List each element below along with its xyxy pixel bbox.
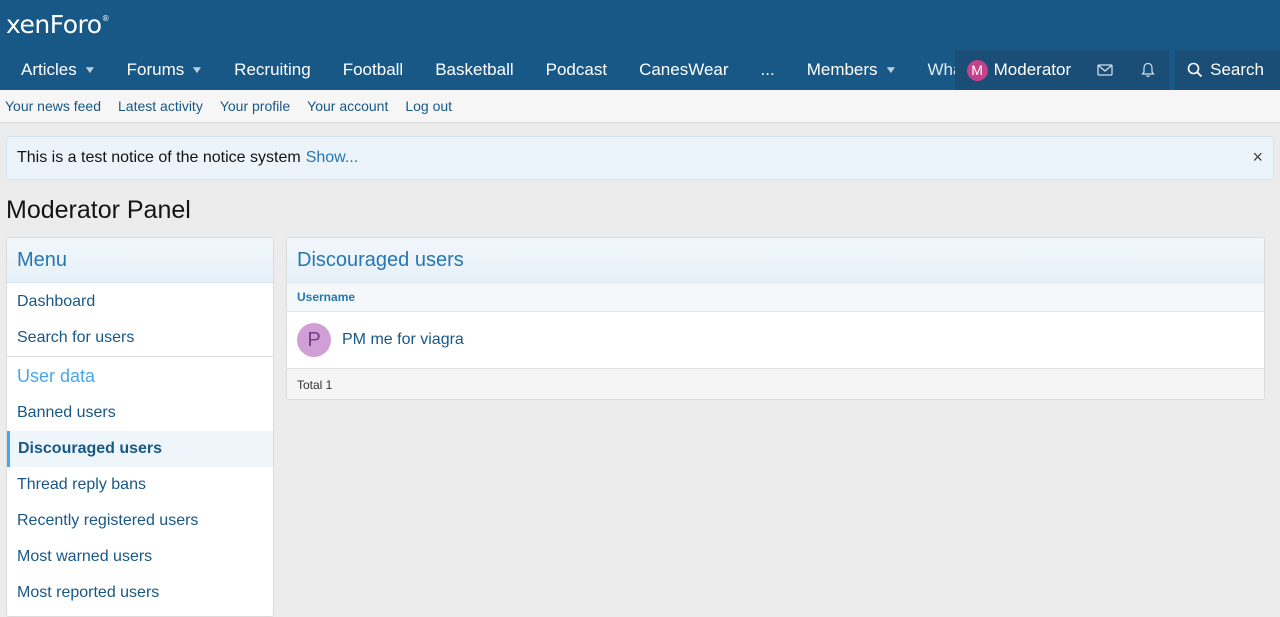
nav-tab-label: Members — [806, 60, 878, 79]
sidebar-title: Menu — [7, 238, 273, 283]
subnav-your-profile[interactable]: Your profile — [220, 98, 290, 114]
sidebar-item-search-users[interactable]: Search for users — [7, 320, 273, 356]
nav-tab-basketball[interactable]: Basketball — [419, 50, 529, 90]
username-label: Moderator — [993, 60, 1072, 79]
avatar-initial: P — [307, 328, 321, 351]
site-header: xenForo® — [0, 0, 1280, 50]
nav-tab-label: ... — [760, 60, 775, 79]
notice-text: This is a test notice of the notice syst… — [17, 149, 301, 166]
sidebar-item-recently-registered[interactable]: Recently registered users — [7, 503, 273, 539]
close-icon[interactable]: × — [1252, 147, 1263, 168]
nav-right: M Moderator Search — [954, 50, 1280, 90]
nav-tab-members[interactable]: Members ▼ — [791, 50, 912, 90]
sidebar-item-most-warned[interactable]: Most warned users — [7, 539, 273, 575]
search-icon — [1187, 62, 1203, 78]
account-menu[interactable]: M Moderator — [955, 50, 1083, 90]
discouraged-users-block: Discouraged users Username P PM me for v… — [286, 237, 1265, 400]
logo-text: xenForo — [6, 10, 102, 39]
sub-nav: Your news feed Latest activity Your prof… — [0, 90, 1280, 123]
nav-tab-label: Basketball — [435, 60, 514, 79]
sidebar-item-dashboard[interactable]: Dashboard — [7, 284, 273, 320]
search-label: Search — [1210, 60, 1264, 79]
page-title: Moderator Panel — [6, 196, 191, 224]
nav-tab-podcast[interactable]: Podcast — [530, 50, 623, 90]
notice-banner: This is a test notice of the notice syst… — [6, 136, 1274, 180]
sidebar-item-banned-users[interactable]: Banned users — [7, 395, 273, 431]
nav-tab-label: CanesWear — [639, 60, 729, 79]
avatar: M — [966, 59, 988, 81]
sidebar-item-discouraged-users[interactable]: Discouraged users — [7, 431, 273, 467]
nav-tab-forums[interactable]: Forums ▼ — [111, 50, 219, 90]
nav-tab-whats-new[interactable]: Wha — [911, 50, 959, 90]
subnav-your-account[interactable]: Your account — [307, 98, 388, 114]
sidebar-section-user-data: User data — [17, 365, 96, 386]
nav-tabs: Articles ▼ Forums ▼ Recruiting Football Ba… — [0, 50, 981, 90]
total-count: Total 1 — [287, 369, 1264, 399]
column-header-username: Username — [287, 283, 1264, 312]
logo-registered: ® — [101, 14, 110, 23]
user-block: M Moderator — [954, 50, 1170, 90]
avatar-initial: M — [971, 62, 983, 78]
nav-tab-caneswear[interactable]: CanesWear — [623, 50, 744, 90]
main-nav: Articles ▼ Forums ▼ Recruiting Football Ba… — [0, 50, 1280, 90]
table-row: P PM me for viagra — [287, 312, 1264, 369]
nav-tab-label: Articles — [21, 60, 77, 79]
subnav-latest-activity[interactable]: Latest activity — [118, 98, 203, 114]
nav-tab-recruiting[interactable]: Recruiting — [218, 50, 327, 90]
subnav-log-out[interactable]: Log out — [405, 98, 452, 114]
avatar[interactable]: P — [297, 323, 331, 357]
search-button[interactable]: Search — [1175, 50, 1280, 90]
nav-tab-label: Football — [342, 60, 404, 79]
chevron-down-icon[interactable]: ▼ — [190, 65, 204, 76]
notice-show-link[interactable]: Show... — [306, 149, 358, 167]
bell-icon[interactable] — [1126, 50, 1169, 90]
sidebar-menu: Menu Dashboard Search for users User dat… — [6, 237, 274, 617]
nav-tab-more[interactable]: ... — [745, 50, 791, 90]
nav-tab-label: Forums — [126, 60, 185, 79]
nav-tab-articles[interactable]: Articles ▼ — [0, 50, 111, 90]
site-logo[interactable]: xenForo® — [6, 10, 110, 39]
nav-tab-label: Recruiting — [234, 60, 311, 79]
envelope-icon[interactable] — [1083, 50, 1126, 90]
sidebar-item-thread-reply-bans[interactable]: Thread reply bans — [7, 467, 273, 503]
username-link[interactable]: PM me for viagra — [342, 331, 464, 349]
subnav-news-feed[interactable]: Your news feed — [5, 98, 101, 114]
nav-tab-label: Podcast — [545, 60, 608, 79]
chevron-down-icon[interactable]: ▼ — [83, 65, 97, 76]
chevron-down-icon[interactable]: ▼ — [884, 65, 898, 76]
block-title: Discouraged users — [287, 238, 1264, 283]
nav-tab-football[interactable]: Football — [327, 50, 419, 90]
